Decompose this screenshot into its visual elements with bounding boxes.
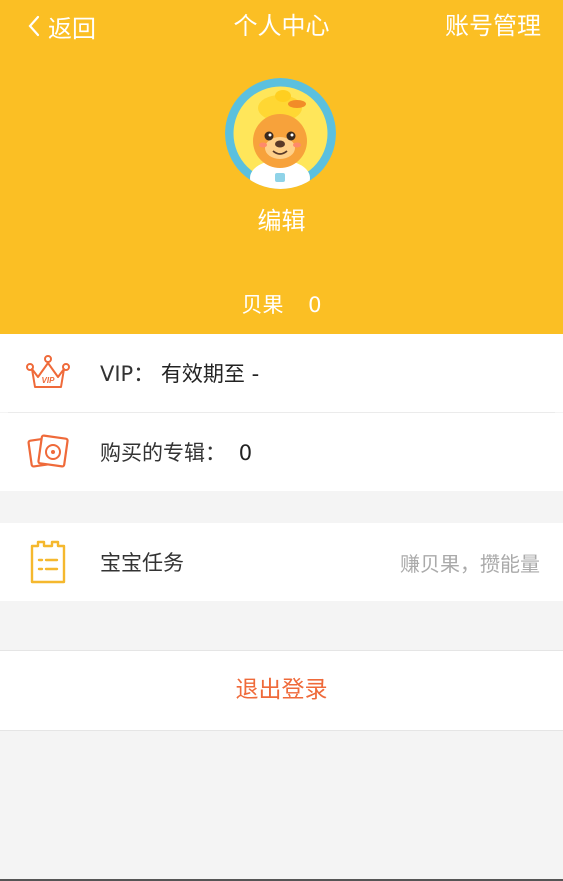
task-clipboard-icon (30, 540, 66, 584)
logout-button[interactable]: 退出登录 (0, 650, 563, 731)
tasks-label: 宝宝任务 (100, 551, 184, 575)
purchased-albums-row[interactable]: 购买的专辑： 0 (0, 413, 563, 491)
vip-row[interactable]: VIP VIP： 有效期至 - (0, 334, 563, 412)
account-management-link[interactable]: 账号管理 (445, 10, 541, 42)
vip-label: VIP： (100, 362, 155, 386)
svg-text:VIP: VIP (42, 376, 56, 385)
avatar[interactable] (225, 78, 336, 189)
beiguo-label: 贝果 (241, 293, 284, 317)
albums-text: 购买的专辑： 0 (100, 437, 252, 467)
profile-header: 返回 个人中心 账号管理 编辑 贝果 0 (0, 0, 563, 334)
albums-count: 0 (238, 441, 253, 465)
beiguo-balance: 贝果 0 (0, 290, 563, 320)
edit-profile-button[interactable]: 编辑 (0, 204, 563, 238)
baby-tasks-row[interactable]: 宝宝任务 赚贝果，攒能量 (0, 523, 563, 601)
beiguo-count: 0 (308, 293, 322, 317)
vip-value: 有效期至 - (160, 362, 260, 386)
tasks-hint: 赚贝果，攒能量 (400, 551, 540, 576)
crown-vip-icon: VIP (26, 355, 70, 388)
vip-text: VIP： 有效期至 - (100, 358, 259, 388)
album-disc-icon (27, 434, 69, 468)
albums-label: 购买的专辑： (100, 441, 226, 465)
